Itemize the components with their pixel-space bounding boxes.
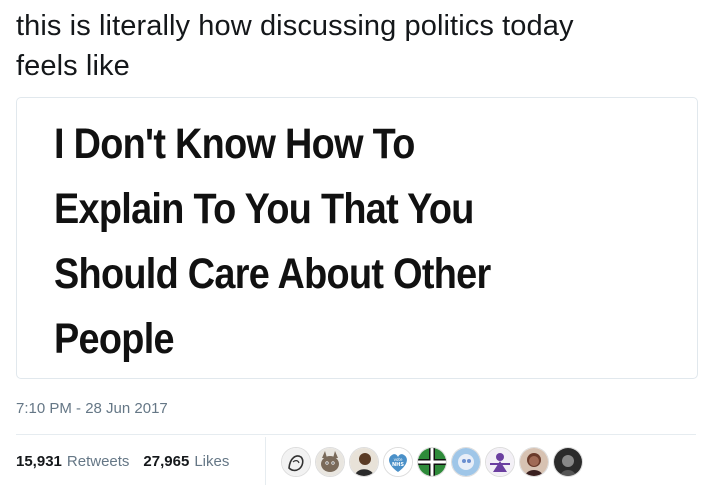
avatar-dark[interactable]: [553, 447, 583, 477]
link-card[interactable]: I Don't Know How To Explain To You That …: [16, 97, 698, 379]
avatar-anime[interactable]: [451, 447, 481, 477]
avatar-purple-figure[interactable]: [485, 447, 515, 477]
avatar-person[interactable]: [349, 447, 379, 477]
tweet-text: this is literally how discussing politic…: [16, 6, 706, 86]
svg-text:NHS: NHS: [392, 462, 404, 468]
retweets-count[interactable]: 15,931: [16, 452, 62, 472]
avatar-flag[interactable]: [417, 447, 447, 477]
likes-label[interactable]: Likes: [194, 452, 229, 472]
stats-separator: [265, 437, 266, 485]
avatar-cat[interactable]: [315, 447, 345, 477]
tweet-text-line-1: this is literally how discussing politic…: [16, 10, 574, 42]
retweets-label[interactable]: Retweets: [67, 452, 130, 472]
tweet-timestamp[interactable]: 7:10 PM - 28 Jun 2017: [16, 399, 168, 419]
tweet-stats: 15,931 Retweets 27,965 Likes: [16, 452, 243, 472]
card-headline-line-2: Explain To You That You: [54, 185, 474, 233]
avatar-sketch[interactable]: [281, 447, 311, 477]
divider: [16, 434, 696, 435]
card-headline-line-3: Should Care About Other: [54, 250, 491, 298]
avatar-woman[interactable]: [519, 447, 549, 477]
liker-avatars: vote NHS: [281, 447, 583, 477]
likes-count[interactable]: 27,965: [143, 452, 189, 472]
card-headline: I Don't Know How To Explain To You That …: [54, 112, 600, 372]
tweet-text-line-2: feels like: [16, 50, 130, 82]
card-headline-line-4: People: [54, 315, 175, 363]
card-headline-line-1: I Don't Know How To: [54, 120, 415, 168]
avatar-vote-nhs[interactable]: vote NHS: [383, 447, 413, 477]
